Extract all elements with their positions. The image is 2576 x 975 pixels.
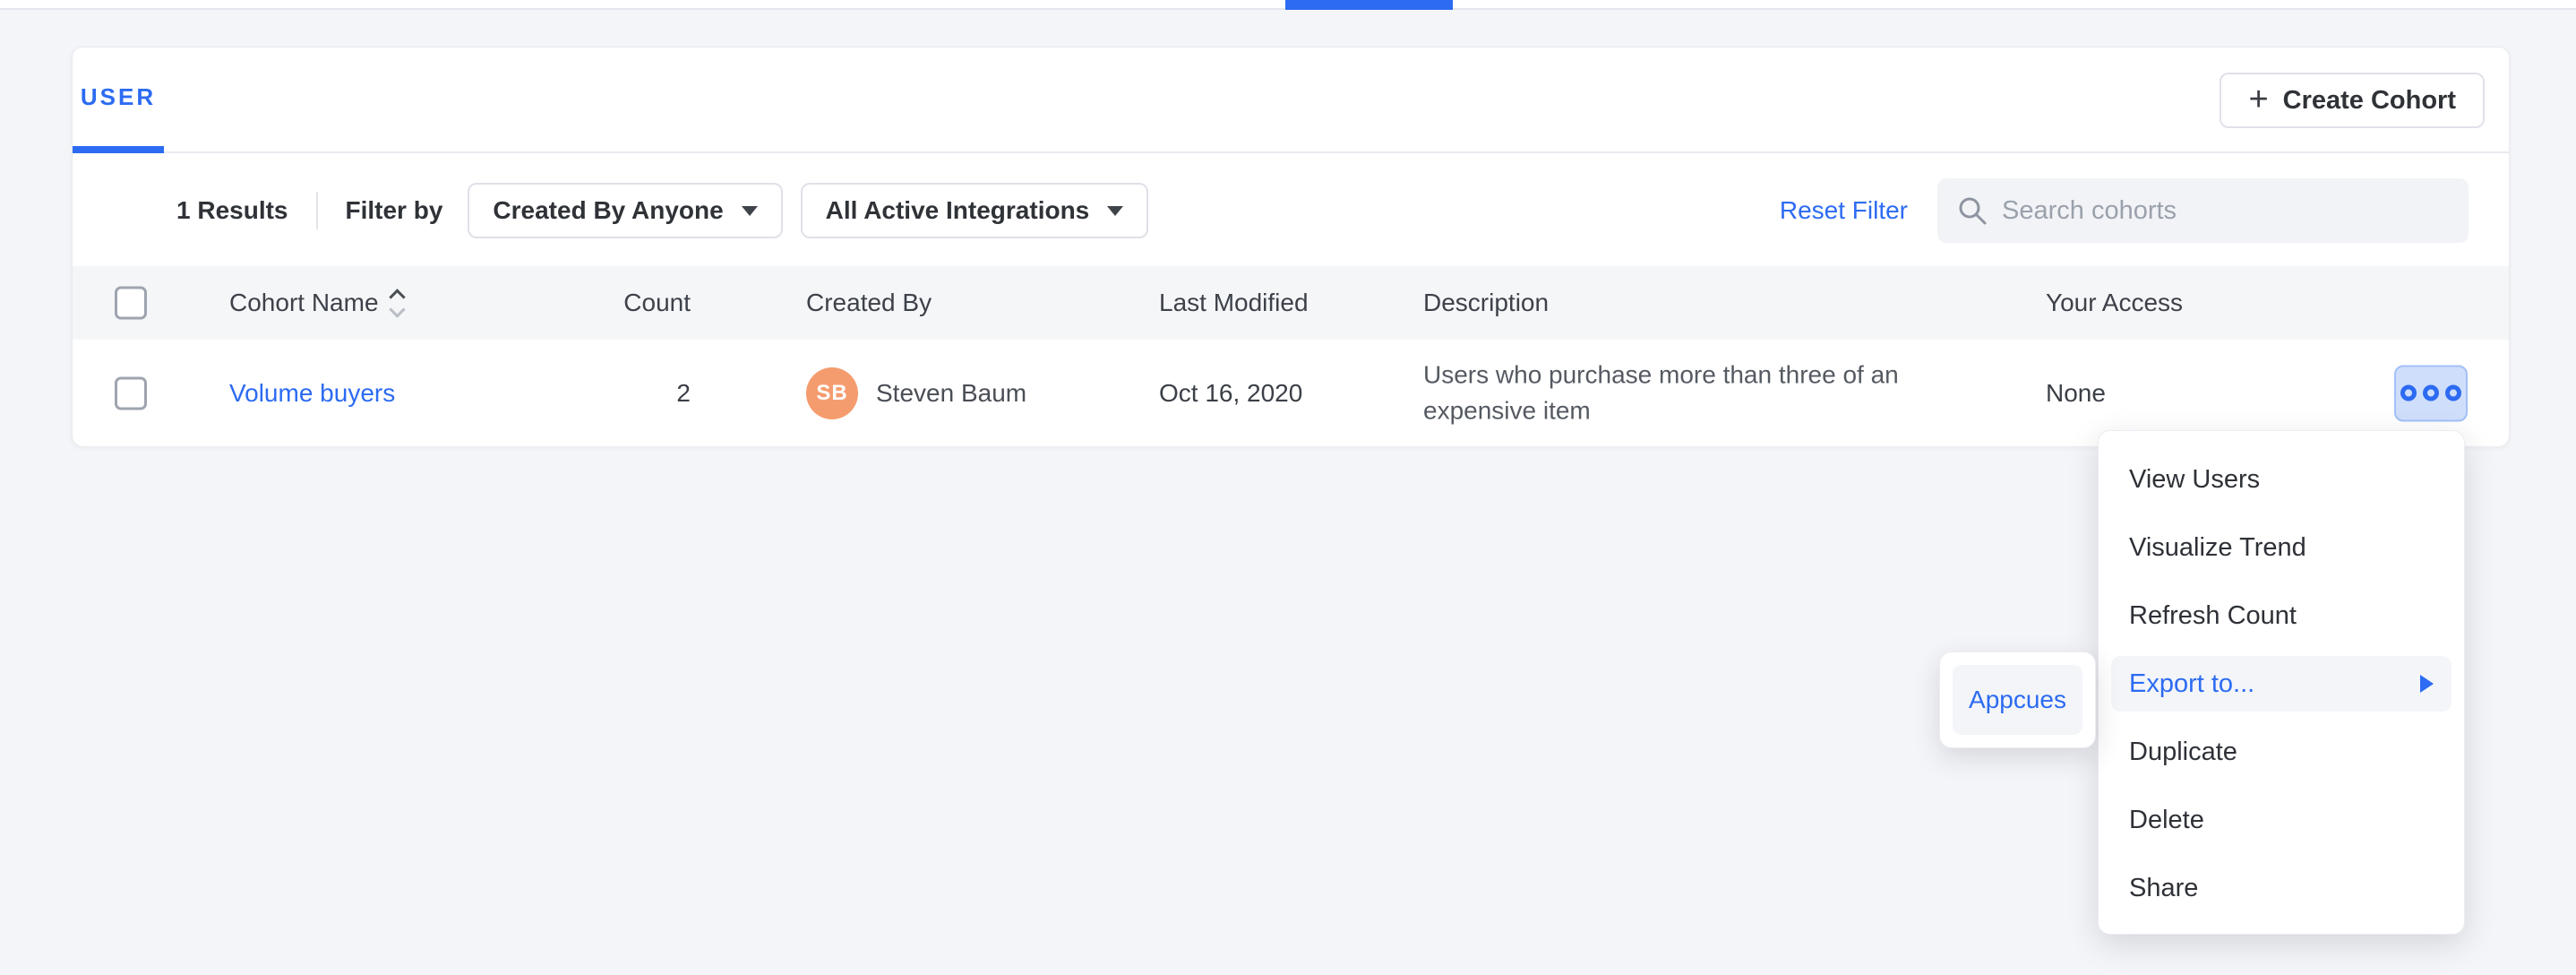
filter-row: 1 Results Filter by Created By Anyone Al… xyxy=(73,155,2509,266)
menu-item-delete[interactable]: Delete xyxy=(2099,786,2464,854)
column-header-created-by: Created By xyxy=(806,289,932,317)
search-box[interactable] xyxy=(1937,178,2469,243)
last-modified-date: Oct 16, 2020 xyxy=(1159,379,1302,408)
create-cohort-button[interactable]: + Create Cohort xyxy=(2220,73,2485,128)
divider xyxy=(316,192,318,229)
row-checkbox[interactable] xyxy=(115,376,147,410)
row-actions-context-menu: View Users Visualize Trend Refresh Count… xyxy=(2098,430,2465,935)
active-nav-tab-indicator[interactable] xyxy=(1285,0,1453,10)
created-by-dropdown-value: Created By Anyone xyxy=(493,196,723,225)
avatar: SB xyxy=(806,367,858,419)
integrations-dropdown[interactable]: All Active Integrations xyxy=(801,183,1149,238)
reset-filter-link[interactable]: Reset Filter xyxy=(1780,196,1908,225)
menu-item-visualize-trend[interactable]: Visualize Trend xyxy=(2099,513,2464,582)
filter-by-label: Filter by xyxy=(346,196,443,225)
select-all-checkbox[interactable] xyxy=(115,287,147,320)
top-nav-strip xyxy=(0,0,2576,10)
integrations-dropdown-value: All Active Integrations xyxy=(826,196,1090,225)
column-header-cohort-name[interactable]: Cohort Name xyxy=(229,289,403,317)
menu-item-view-users[interactable]: View Users xyxy=(2099,445,2464,513)
results-count: 1 Results xyxy=(176,196,288,225)
create-cohort-label: Create Cohort xyxy=(2283,86,2456,116)
search-icon xyxy=(1957,195,1988,226)
tab-user[interactable]: USER xyxy=(73,47,164,153)
export-submenu: Appcues xyxy=(1939,651,2096,748)
tab-bar: USER + Create Cohort xyxy=(73,47,2509,153)
sort-icon[interactable] xyxy=(391,291,403,315)
cohorts-card: USER + Create Cohort 1 Results Filter by… xyxy=(72,47,2510,446)
menu-item-share[interactable]: Share xyxy=(2099,854,2464,922)
created-by-name: Steven Baum xyxy=(876,379,1026,408)
more-dots-icon xyxy=(2400,385,2417,401)
menu-item-refresh-count[interactable]: Refresh Count xyxy=(2099,582,2464,650)
column-header-your-access: Your Access xyxy=(2046,289,2183,317)
column-header-description: Description xyxy=(1423,289,1961,317)
table-header: Cohort Name Count Created By Last Modifi… xyxy=(73,266,2509,340)
submenu-item-appcues[interactable]: Appcues xyxy=(1953,665,2082,735)
submenu-arrow-icon xyxy=(2420,675,2434,693)
cohort-name-link[interactable]: Volume buyers xyxy=(229,379,395,407)
chevron-down-icon xyxy=(742,206,758,216)
created-by-dropdown[interactable]: Created By Anyone xyxy=(468,183,782,238)
column-header-last-modified: Last Modified xyxy=(1159,289,1309,317)
menu-item-export-to[interactable]: Export to... xyxy=(2111,656,2451,712)
more-dots-icon xyxy=(2445,385,2461,401)
export-to-label: Export to... xyxy=(2129,669,2254,699)
cohort-count: 2 xyxy=(511,379,691,408)
more-dots-icon xyxy=(2423,385,2439,401)
cohort-description: Users who purchase more than three of an… xyxy=(1423,357,1961,429)
chevron-down-icon xyxy=(1107,206,1123,216)
row-more-actions-button[interactable] xyxy=(2394,365,2468,421)
plus-icon: + xyxy=(2248,82,2268,116)
column-header-count: Count xyxy=(511,289,691,317)
search-input[interactable] xyxy=(2002,196,2449,226)
menu-item-duplicate[interactable]: Duplicate xyxy=(2099,718,2464,786)
your-access-value: None xyxy=(2046,379,2106,408)
